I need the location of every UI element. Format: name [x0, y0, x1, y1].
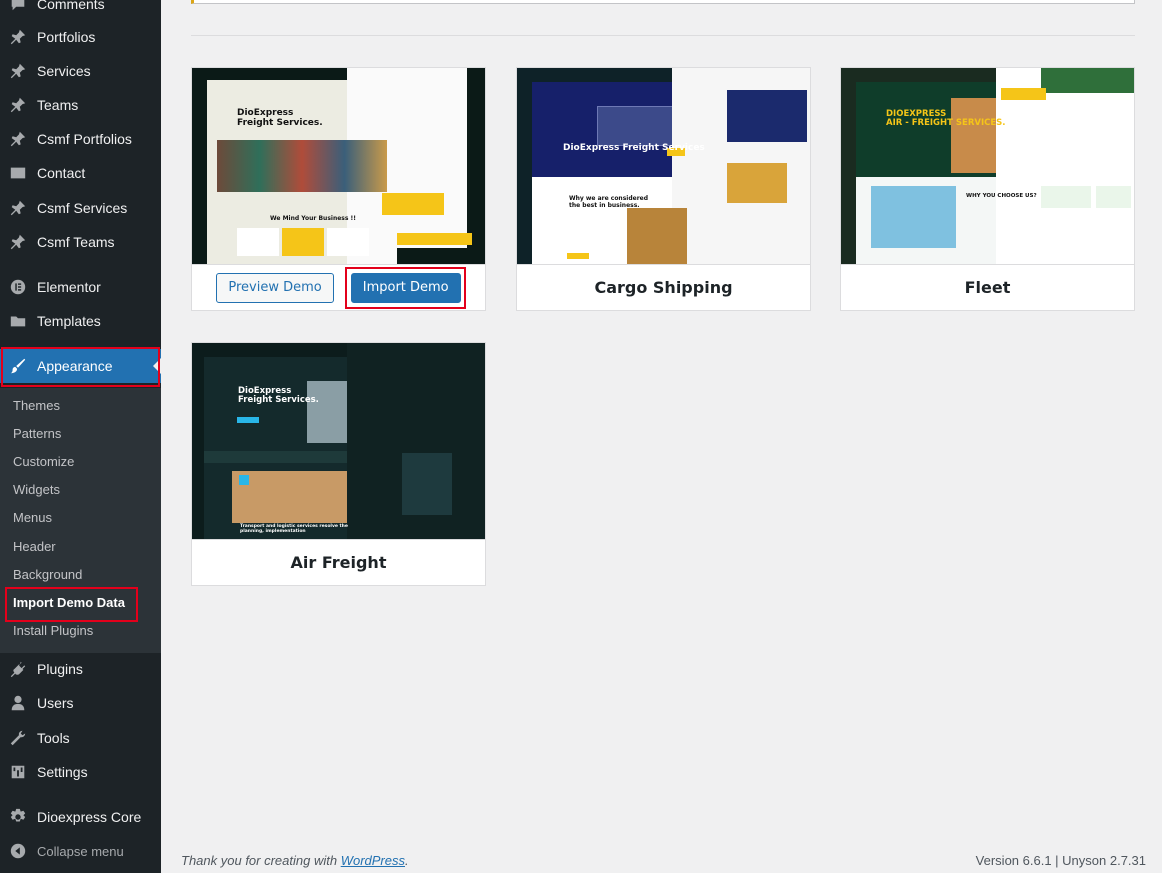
footer-thanks: Thank you for creating with WordPress. [181, 853, 409, 868]
sidebar-item-csmf-services[interactable]: Csmf Services [0, 191, 161, 225]
submenu-item-import-demo-data[interactable]: Import Demo Data [13, 595, 125, 610]
pin-icon [0, 96, 36, 114]
admin-notice [191, 0, 1135, 4]
sidebar-item-label: Csmf Teams [37, 234, 115, 250]
collapse-menu-button[interactable]: Collapse menu [0, 834, 161, 868]
sidebar-item-label: Contact [37, 165, 86, 181]
pin-icon [0, 62, 36, 80]
submenu-item-patterns[interactable]: Patterns [13, 426, 61, 441]
submenu-item-background[interactable]: Background [13, 567, 82, 582]
sidebar-item-templates[interactable]: Templates [0, 304, 161, 338]
sidebar-item-label: Services [37, 63, 91, 79]
demo-card-fleet: DIOEXPRESS AIR - FREIGHT SERVICES. WHY Y… [840, 67, 1135, 311]
collapse-icon [0, 842, 36, 860]
footer-thanks-suffix: . [405, 853, 409, 868]
current-menu-arrow [153, 358, 161, 374]
demo-card-air-freight: DioExpress Freight Services. Transport a… [191, 342, 486, 586]
demo-card-footer: Preview Demo Import Demo [192, 264, 485, 310]
user-icon [0, 694, 36, 712]
sidebar-item-label: Dioexpress Core [37, 809, 142, 825]
sidebar-item-plugins[interactable]: Plugins [0, 652, 161, 686]
sidebar-item-label: Teams [37, 97, 79, 113]
demo-card-footer: Fleet [841, 264, 1134, 310]
sidebar-item-services[interactable]: Services [0, 54, 161, 88]
sidebar-item-label: Csmf Services [37, 200, 128, 216]
admin-sidebar: Comments Portfolios Services Teams Csmf … [0, 0, 161, 873]
sidebar-item-label: Collapse menu [37, 843, 124, 859]
sidebar-item-settings[interactable]: Settings [0, 755, 161, 789]
wordpress-link[interactable]: WordPress [341, 853, 405, 868]
mail-icon [0, 164, 36, 182]
demo-thumb-subheading: Transport and logistic services resolve … [240, 524, 348, 534]
sidebar-item-label: Appearance [37, 358, 113, 374]
gear-icon [0, 808, 36, 826]
brush-icon [0, 357, 36, 375]
sidebar-item-comments[interactable]: Comments [0, 0, 161, 21]
sidebar-item-users[interactable]: Users [0, 686, 161, 720]
demo-thumb-subheading: Why we are considered the best in busine… [569, 195, 649, 209]
sidebar-item-label: Settings [37, 764, 88, 780]
sidebar-item-csmf-teams[interactable]: Csmf Teams [0, 225, 161, 259]
preview-demo-button[interactable]: Preview Demo [216, 272, 334, 303]
pin-icon [0, 233, 36, 251]
sidebar-item-elementor[interactable]: Elementor [0, 270, 161, 304]
demo-thumb-heading: DioExpress Freight Services. [238, 386, 319, 406]
sidebar-item-appearance[interactable]: Appearance [0, 349, 161, 383]
sidebar-item-csmf-portfolios[interactable]: Csmf Portfolios [0, 122, 161, 156]
demo-card-footer: Cargo Shipping [517, 264, 810, 310]
demo-thumbnail[interactable]: DioExpress Freight Services. Transport a… [192, 343, 485, 539]
demo-card: DioExpress Freight Services. We Mind You… [191, 67, 486, 311]
sidebar-item-label: Templates [37, 313, 101, 329]
demo-card-footer: Air Freight [192, 539, 485, 585]
section-divider [191, 35, 1135, 36]
sidebar-item-label: Portfolios [37, 29, 96, 45]
sidebar-item-contact[interactable]: Contact [0, 156, 161, 190]
demo-title: Cargo Shipping [594, 278, 733, 297]
plugin-icon [0, 660, 36, 678]
sidebar-item-label: Users [37, 695, 74, 711]
submenu-item-install-plugins[interactable]: Install Plugins [13, 623, 93, 638]
sidebar-item-label: Csmf Portfolios [37, 131, 132, 147]
demo-card-cargo-shipping: DioExpress Freight Services Why we are c… [516, 67, 811, 311]
comment-icon [0, 0, 36, 13]
appearance-submenu: Themes Patterns Customize Widgets Menus … [0, 388, 161, 653]
sidebar-item-label: Elementor [37, 279, 101, 295]
footer-version: Version 6.6.1 | Unyson 2.7.31 [975, 853, 1146, 868]
sidebar-item-label: Comments [37, 0, 105, 12]
demo-thumb-heading: DioExpress Freight Services. [237, 108, 323, 128]
demo-title: Air Freight [290, 553, 387, 572]
elementor-icon [0, 278, 36, 296]
demo-thumb-heading: DioExpress Freight Services [563, 143, 705, 153]
demo-thumbnail[interactable]: DioExpress Freight Services. We Mind You… [192, 68, 485, 264]
sidebar-item-label: Plugins [37, 661, 83, 677]
sidebar-item-dioexpress-core[interactable]: Dioexpress Core [0, 800, 161, 834]
submenu-item-menus[interactable]: Menus [13, 510, 52, 525]
demo-thumbnail[interactable]: DIOEXPRESS AIR - FREIGHT SERVICES. WHY Y… [841, 68, 1134, 264]
import-demo-button[interactable]: Import Demo [350, 272, 461, 303]
demo-thumb-heading: DIOEXPRESS AIR - FREIGHT SERVICES. [886, 109, 1006, 129]
pin-icon [0, 130, 36, 148]
submenu-item-themes[interactable]: Themes [13, 398, 60, 413]
demo-thumb-subheading: WHY YOU CHOOSE US? [966, 193, 1037, 199]
submenu-item-header[interactable]: Header [13, 539, 56, 554]
pin-icon [0, 28, 36, 46]
demo-thumbnail[interactable]: DioExpress Freight Services Why we are c… [517, 68, 810, 264]
pin-icon [0, 199, 36, 217]
sidebar-item-label: Tools [37, 730, 70, 746]
submenu-item-widgets[interactable]: Widgets [13, 482, 60, 497]
settings-icon [0, 763, 36, 781]
footer-thanks-text: Thank you for creating with [181, 853, 341, 868]
sidebar-item-tools[interactable]: Tools [0, 721, 161, 755]
demo-thumb-subheading: We Mind Your Business !! [270, 215, 356, 222]
folder-icon [0, 312, 36, 330]
sidebar-item-portfolios[interactable]: Portfolios [0, 20, 161, 54]
sidebar-item-teams[interactable]: Teams [0, 88, 161, 122]
demo-title: Fleet [964, 278, 1011, 297]
submenu-item-customize[interactable]: Customize [13, 454, 74, 469]
wrench-icon [0, 729, 36, 747]
